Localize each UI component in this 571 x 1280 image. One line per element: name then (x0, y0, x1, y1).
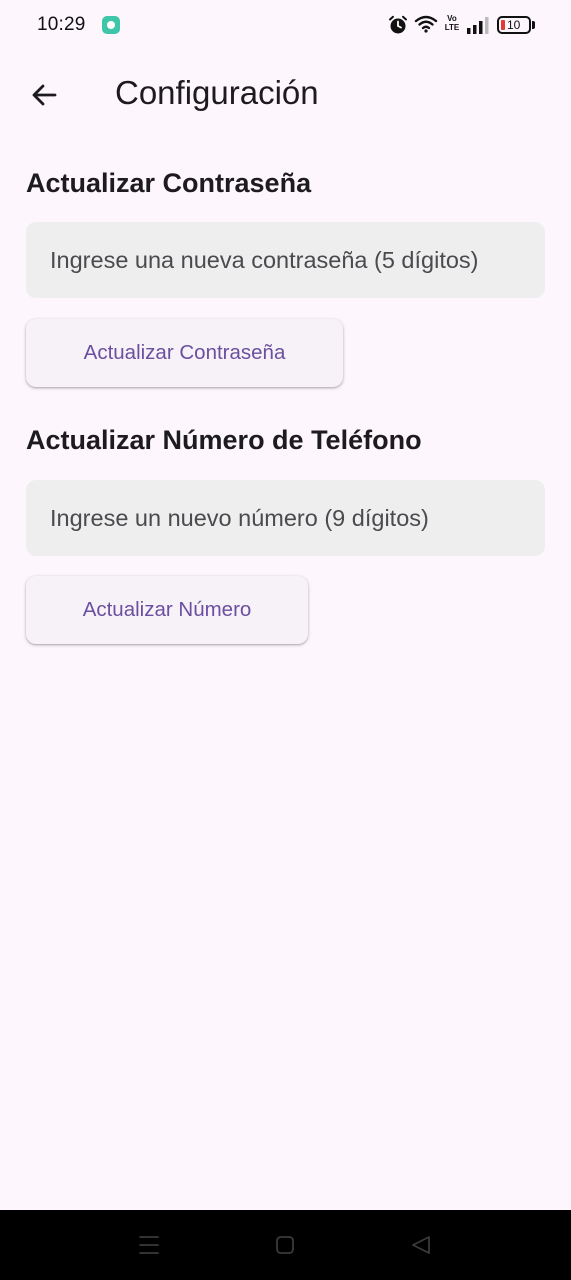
phone-field[interactable] (26, 480, 545, 556)
battery-fill (501, 20, 505, 30)
update-password-button[interactable]: Actualizar Contraseña (26, 319, 343, 387)
password-input[interactable] (50, 246, 545, 274)
system-nav-bar (0, 1210, 571, 1280)
password-section-title: Actualizar Contraseña (26, 168, 312, 198)
status-bar: 10:29 Vo LTE 10 (0, 0, 571, 52)
back-triangle-icon[interactable] (410, 1234, 432, 1256)
volte-top-label: Vo (447, 14, 457, 23)
battery-level: 10 (507, 18, 521, 32)
volte-icon: Vo LTE (444, 14, 460, 36)
battery-tip (532, 21, 535, 29)
arrow-back-icon (32, 84, 57, 106)
phone-section-title: Actualizar Número de Teléfono (26, 425, 422, 455)
back-button[interactable] (20, 71, 68, 119)
app-notification-icon (102, 16, 120, 34)
app-bar: Configuración (0, 56, 571, 134)
status-time: 10:29 (37, 14, 86, 35)
alarm-icon (389, 15, 407, 34)
signal-icon (467, 17, 489, 34)
volte-bottom-label: LTE (444, 23, 460, 32)
password-field[interactable] (26, 222, 545, 298)
phone-input[interactable] (50, 504, 545, 532)
menu-icon[interactable] (138, 1234, 160, 1256)
battery-icon: 10 (497, 16, 535, 34)
wifi-icon (414, 15, 438, 33)
update-number-button[interactable]: Actualizar Número (26, 576, 308, 644)
page-title: Configuración (115, 74, 319, 111)
settings-screen: 10:29 Vo LTE 10 Configuración Actualizar… (0, 0, 571, 1280)
battery-body: 10 (497, 16, 531, 34)
home-icon[interactable] (275, 1235, 295, 1255)
